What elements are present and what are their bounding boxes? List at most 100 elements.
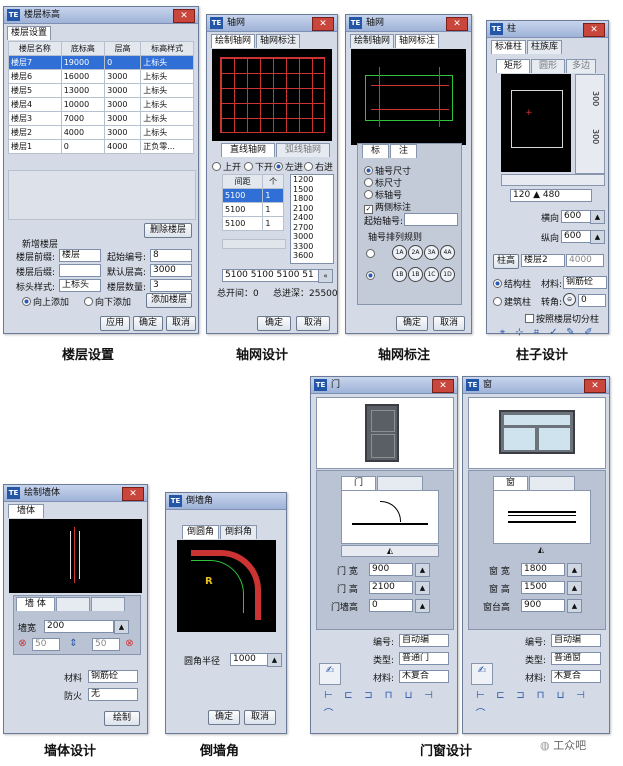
point-column-icon[interactable]: ⌖	[495, 326, 510, 339]
fire-select[interactable]: 无	[88, 688, 138, 701]
cancel-button[interactable]: 取消	[244, 710, 276, 725]
window-style-picker-icon[interactable]: ✍	[471, 663, 493, 685]
cell-dropdown[interactable]: 上标头	[140, 97, 194, 112]
ok-button[interactable]: 确定	[257, 316, 291, 331]
height-floor-select[interactable]: 楼层2	[521, 254, 565, 267]
tab-mark-2[interactable]: 注	[390, 144, 418, 158]
cell[interactable]: 13000	[60, 83, 106, 98]
cell[interactable]: 1	[262, 202, 284, 217]
door-mat-select[interactable]: 木复合	[399, 670, 449, 683]
h-spinner[interactable]: ▲	[590, 210, 605, 224]
cell[interactable]: 楼层6	[8, 69, 62, 84]
table-row[interactable]: 楼层2 4000 3000 上标头	[8, 125, 194, 140]
tab-door[interactable]: 门	[341, 476, 377, 490]
door-sill-input[interactable]: 0	[369, 599, 413, 612]
tab-polygon[interactable]: 多边	[566, 59, 597, 73]
cell[interactable]: 4000	[104, 139, 142, 154]
insert-center-icon[interactable]: ⊏	[341, 689, 356, 702]
cancel-button[interactable]: 取消	[433, 316, 465, 331]
insert-offset-icon[interactable]: ⊐	[513, 689, 528, 702]
insert-arc-icon[interactable]: ⌒	[321, 708, 336, 721]
tab-grid-mark[interactable]: 轴网标注	[395, 34, 440, 48]
cell[interactable]: 7000	[60, 111, 106, 126]
list-item[interactable]: 1200	[293, 175, 333, 185]
tab-round-corner[interactable]: 倒圆角	[182, 525, 220, 539]
cell-dropdown[interactable]: 上标头	[140, 83, 194, 98]
tab-bevel-corner[interactable]: 倒斜角	[220, 525, 258, 539]
insert-free-icon[interactable]: ⊢	[321, 689, 336, 702]
list-item[interactable]: 1500	[293, 185, 333, 195]
tab-wall-inner[interactable]: 墙 体	[16, 597, 55, 611]
tab-arc-grid[interactable]: 弧线轴网	[276, 143, 331, 157]
table-row[interactable]: 楼层3 7000 3000 上标头	[8, 111, 194, 126]
tab-window-empty[interactable]	[529, 476, 576, 490]
close-icon[interactable]: ✕	[312, 17, 334, 31]
prefix-input[interactable]: 楼层	[59, 249, 101, 262]
floor-titlebar[interactable]: TE 楼层标高 ✕	[4, 7, 198, 24]
up-add-radio[interactable]: 向上添加	[22, 295, 69, 308]
cell-dropdown[interactable]: 上标头	[140, 55, 194, 70]
angle-dial-icon[interactable]: ⊖	[563, 293, 576, 306]
window-width-spinner[interactable]: ▲	[567, 563, 582, 577]
cell[interactable]: 3000	[104, 83, 142, 98]
cell[interactable]: 3000	[104, 97, 142, 112]
radius-spinner[interactable]: ▲	[267, 653, 282, 667]
door-sill-spinner[interactable]: ▲	[415, 599, 430, 613]
ok-button[interactable]: 确定	[208, 710, 240, 725]
cell-dropdown[interactable]: 上标头	[140, 111, 194, 126]
window-position-slider[interactable]: ◭	[493, 545, 589, 555]
default-height-input[interactable]: 3000	[150, 264, 192, 277]
wall-titlebar[interactable]: TE 绘制墙体 ✕	[4, 485, 147, 502]
down-add-radio[interactable]: 向下添加	[84, 295, 131, 308]
cell[interactable]: 楼层7	[8, 55, 62, 70]
cancel-button[interactable]: 取消	[296, 316, 330, 331]
mark-titlebar[interactable]: TE 轴网 ✕	[346, 15, 471, 32]
insert-wall-icon[interactable]: ⊣	[421, 689, 436, 702]
window-num-select[interactable]: 自动编	[551, 634, 601, 647]
cut-by-floor-checkbox[interactable]: 按照楼层切分柱	[525, 312, 599, 325]
spacing-scrollbar[interactable]	[222, 239, 286, 249]
window-height-input[interactable]: 1500	[521, 581, 565, 594]
draw-button[interactable]: 绘制	[104, 711, 140, 726]
cell[interactable]: 5100	[221, 216, 264, 231]
cell-dropdown[interactable]: 上标头	[140, 125, 194, 140]
count-input[interactable]: 3	[150, 279, 192, 292]
chamfer-titlebar[interactable]: TE 倒墙角	[166, 493, 286, 510]
tab-empty-2[interactable]	[90, 597, 125, 611]
table-row[interactable]: 楼层5 13000 3000 上标头	[8, 83, 194, 98]
window-mat-select[interactable]: 木复合	[551, 670, 601, 683]
suffix-input[interactable]	[59, 264, 101, 277]
ok-button[interactable]: 确定	[133, 316, 163, 331]
close-icon[interactable]: ✕	[432, 379, 454, 393]
insert-arc-icon[interactable]: ⌒	[473, 708, 488, 721]
door-height-spinner[interactable]: ▲	[415, 581, 430, 595]
table-row[interactable]: 楼层7 19000 0 上标头	[8, 55, 194, 70]
wall-width-spinner[interactable]: ▲	[114, 620, 129, 634]
center-handle-icon[interactable]: ⇕	[66, 637, 81, 650]
tab-door-empty[interactable]	[377, 476, 424, 490]
list-item[interactable]: 3000	[293, 232, 333, 242]
scroll-arrows-icon[interactable]: «	[318, 269, 333, 283]
door-width-spinner[interactable]: ▲	[415, 563, 430, 577]
ok-button[interactable]: 确定	[396, 316, 428, 331]
list-item[interactable]: 2700	[293, 223, 333, 233]
window-height-spinner[interactable]: ▲	[567, 581, 582, 595]
close-icon[interactable]: ✕	[583, 23, 605, 37]
cell[interactable]: 10000	[60, 97, 106, 112]
cell[interactable]: 19000	[60, 55, 106, 70]
close-icon[interactable]: ✕	[584, 379, 606, 393]
offset-left-input[interactable]: 120 ▲ 480	[510, 189, 592, 202]
insert-center-icon[interactable]: ⊏	[493, 689, 508, 702]
h-input[interactable]: 600	[561, 210, 591, 223]
right-clear-icon[interactable]: ⊗	[122, 637, 137, 650]
tab-circle[interactable]: 圆形	[531, 59, 566, 73]
cell[interactable]: 3000	[104, 69, 142, 84]
window-titlebar[interactable]: TE 窗 ✕	[463, 377, 609, 394]
grid-titlebar[interactable]: TE 轴网 ✕	[207, 15, 337, 32]
delete-floor-button[interactable]: 删除楼层	[144, 223, 192, 238]
insert-wall-icon[interactable]: ⊣	[573, 689, 588, 702]
cell[interactable]: 5100	[221, 202, 264, 217]
door-style-picker-icon[interactable]: ✍	[319, 663, 341, 685]
tab-draw-grid[interactable]: 绘制轴网	[350, 34, 395, 48]
rule-radio-1[interactable]	[366, 249, 377, 260]
